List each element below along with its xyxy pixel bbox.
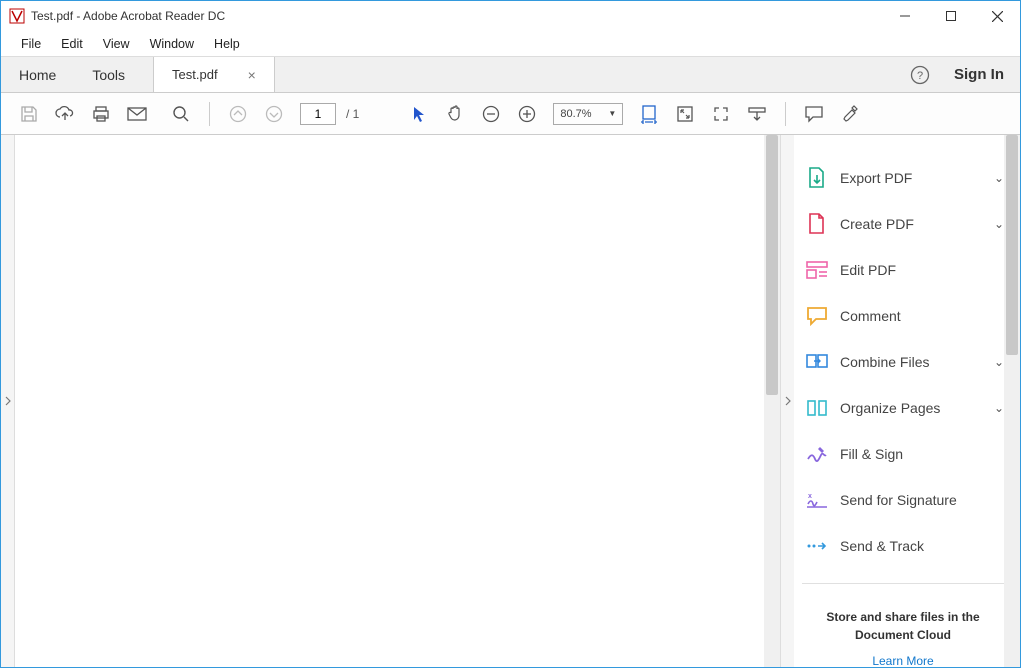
help-button[interactable]: ? (902, 57, 938, 92)
menu-file[interactable]: File (11, 33, 51, 55)
chevron-down-icon: ⌄ (994, 355, 1004, 369)
chevron-down-icon: ⌄ (994, 171, 1004, 185)
menu-help[interactable]: Help (204, 33, 250, 55)
tab-tools[interactable]: Tools (74, 57, 143, 92)
side-label: Organize Pages (840, 400, 982, 416)
tab-home[interactable]: Home (1, 57, 74, 92)
page-down-icon[interactable] (258, 98, 290, 130)
separator (209, 102, 210, 126)
window-title: Test.pdf - Adobe Acrobat Reader DC (31, 9, 882, 23)
side-label: Edit PDF (840, 262, 1004, 278)
side-label: Export PDF (840, 170, 982, 186)
page-number-input[interactable] (300, 103, 336, 125)
page-up-icon[interactable] (222, 98, 254, 130)
fit-page-icon[interactable] (669, 98, 701, 130)
minimize-button[interactable] (882, 1, 928, 31)
svg-text:x: x (808, 493, 812, 500)
cloud-upload-icon[interactable] (49, 98, 81, 130)
zoom-in-icon[interactable] (511, 98, 543, 130)
side-item-send-for-signature[interactable]: x Send for Signature (802, 477, 1004, 523)
fit-width-icon[interactable] (633, 98, 665, 130)
select-tool-icon[interactable] (403, 98, 435, 130)
zoom-out-icon[interactable] (475, 98, 507, 130)
tabbar: Home Tools Test.pdf × ? Sign In (1, 57, 1020, 93)
fill-sign-icon (806, 443, 828, 465)
tab-document[interactable]: Test.pdf × (153, 57, 275, 92)
scrollbar-thumb[interactable] (1006, 135, 1018, 355)
learn-more-link[interactable]: Learn More (872, 654, 933, 667)
side-label: Send for Signature (840, 492, 1004, 508)
close-button[interactable] (974, 1, 1020, 31)
export-pdf-icon (806, 167, 828, 189)
separator (785, 102, 786, 126)
side-label: Fill & Sign (840, 446, 1004, 462)
titlebar: Test.pdf - Adobe Acrobat Reader DC (1, 1, 1020, 31)
comment-icon[interactable] (798, 98, 830, 130)
read-mode-icon[interactable] (741, 98, 773, 130)
combine-files-icon (806, 351, 828, 373)
print-icon[interactable] (85, 98, 117, 130)
main-area: Export PDF ⌄ Create PDF ⌄ Edit PDF Comme… (1, 135, 1020, 667)
tab-document-label: Test.pdf (172, 67, 218, 82)
side-item-fill-sign[interactable]: Fill & Sign (802, 431, 1004, 477)
create-pdf-icon (806, 213, 828, 235)
highlight-icon[interactable] (834, 98, 866, 130)
side-label: Combine Files (840, 354, 982, 370)
side-item-comment[interactable]: Comment (802, 293, 1004, 339)
email-icon[interactable] (121, 98, 153, 130)
hand-tool-icon[interactable] (439, 98, 471, 130)
menu-window[interactable]: Window (140, 33, 204, 55)
toolbar: / 1 80.7% ▼ (1, 93, 1020, 135)
maximize-button[interactable] (928, 1, 974, 31)
document-scrollbar[interactable] (764, 135, 780, 667)
zoom-value: 80.7% (560, 108, 591, 120)
side-label: Comment (840, 308, 1004, 324)
document-viewport[interactable] (15, 135, 780, 667)
save-icon[interactable] (13, 98, 45, 130)
side-item-export-pdf[interactable]: Export PDF ⌄ (802, 155, 1004, 201)
tools-side-panel: Export PDF ⌄ Create PDF ⌄ Edit PDF Comme… (794, 135, 1020, 667)
send-signature-icon: x (806, 489, 828, 511)
sign-in-button[interactable]: Sign In (938, 57, 1020, 92)
edit-pdf-icon (806, 259, 828, 281)
menubar: File Edit View Window Help (1, 31, 1020, 57)
menu-view[interactable]: View (93, 33, 140, 55)
cloud-promo-text: Store and share files in the Document Cl… (820, 608, 986, 644)
left-panel-toggle[interactable] (1, 135, 15, 667)
chevron-down-icon: ▼ (608, 109, 616, 118)
side-item-send-track[interactable]: Send & Track (802, 523, 1004, 569)
side-label: Create PDF (840, 216, 982, 232)
organize-pages-icon (806, 397, 828, 419)
zoom-combo[interactable]: 80.7% ▼ (553, 103, 623, 125)
tab-close-icon[interactable]: × (248, 67, 256, 83)
chevron-down-icon: ⌄ (994, 401, 1004, 415)
side-item-edit-pdf[interactable]: Edit PDF (802, 247, 1004, 293)
divider (802, 583, 1004, 584)
side-item-organize-pages[interactable]: Organize Pages ⌄ (802, 385, 1004, 431)
cloud-promo: Store and share files in the Document Cl… (802, 598, 1004, 667)
side-item-create-pdf[interactable]: Create PDF ⌄ (802, 201, 1004, 247)
side-label: Send & Track (840, 538, 1004, 554)
app-icon (9, 8, 25, 24)
svg-text:?: ? (917, 70, 923, 82)
menu-edit[interactable]: Edit (51, 33, 93, 55)
comment-panel-icon (806, 305, 828, 327)
right-panel-toggle[interactable] (780, 135, 794, 667)
search-icon[interactable] (165, 98, 197, 130)
page-total-label: / 1 (346, 107, 359, 121)
side-item-combine-files[interactable]: Combine Files ⌄ (802, 339, 1004, 385)
fullscreen-icon[interactable] (705, 98, 737, 130)
side-scrollbar[interactable] (1004, 135, 1020, 667)
send-track-icon (806, 535, 828, 557)
chevron-down-icon: ⌄ (994, 217, 1004, 231)
scrollbar-thumb[interactable] (766, 135, 778, 395)
